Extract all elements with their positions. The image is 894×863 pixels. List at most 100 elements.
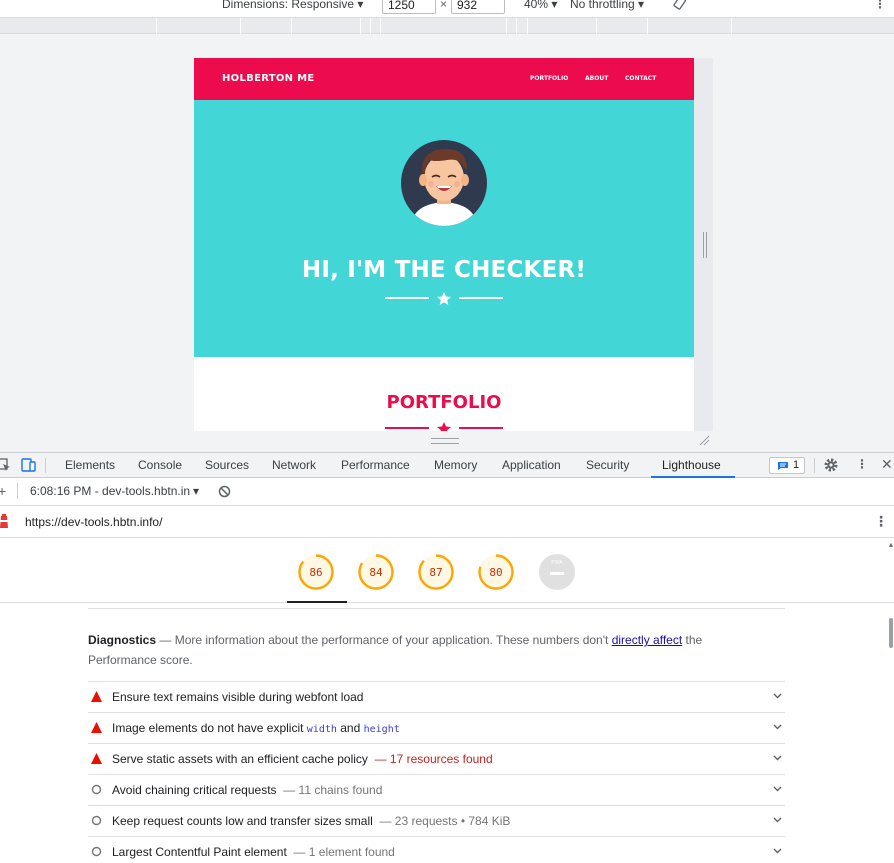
site-brand[interactable]: HOLBERTON ME [222,73,315,84]
tab-memory[interactable]: Memory [434,458,477,472]
info-circle-icon [91,784,102,795]
responsive-viewport: HOLBERTON ME PORTFOLIO ABOUT CONTACT HI,… [0,34,894,452]
new-report-icon[interactable]: + [0,483,6,499]
pwa-badge-icon [539,554,575,590]
info-circle-icon [91,846,102,857]
site-navbar: HOLBERTON ME PORTFOLIO ABOUT CONTACT [194,58,694,100]
score-gauge-best-practices[interactable]: 87 [417,553,455,591]
chevron-down-icon[interactable] [773,693,782,699]
issues-count: 1 [793,459,800,471]
device-toggle-icon[interactable] [20,457,36,473]
zoom-select[interactable]: 40% ▾ [524,0,557,11]
chevron-down-icon[interactable] [773,724,782,730]
audit-row[interactable]: Largest Contentful Paint element — 1 ele… [88,836,785,863]
audit-title-text: Keep request counts low and transfer siz… [112,814,373,828]
resize-handle-bottom[interactable] [431,438,459,444]
audit-title: Keep request counts low and transfer siz… [112,814,510,828]
score-value: 86 [309,566,323,579]
tab-application[interactable]: Application [502,458,561,472]
directly-affect-link[interactable]: directly affect [612,633,682,647]
inspect-element-icon[interactable] [0,457,12,473]
throttling-select[interactable]: No throttling ▾ [570,0,644,11]
audit-row[interactable]: Ensure text remains visible during webfo… [88,681,785,712]
diagnostics-title: Diagnostics [88,633,157,647]
selected-score-indicator [287,601,347,603]
devtools-tab-bar: Elements Console Sources Network Perform… [0,452,894,478]
clear-reports-icon[interactable] [218,485,231,498]
dimensions-select[interactable]: Dimensions: Responsive ▾ [222,0,363,11]
audit-title: Serve static assets with an efficient ca… [112,752,493,766]
fail-triangle-icon [91,753,102,764]
score-gauge-seo[interactable]: 80 [477,553,515,591]
lighthouse-logo-icon [0,514,8,528]
rotate-icon[interactable] [672,0,686,10]
audit-title: Ensure text remains visible during webfo… [112,690,364,704]
audit-title-text: Image elements do not have explicit [112,721,304,735]
audit-row[interactable]: Image elements do not have explicit widt… [88,712,785,743]
fail-triangle-icon [91,691,102,702]
lighthouse-report: 86 84 87 80 PWA Diagnostics — More infor… [0,538,894,863]
audit-title-text: Largest Contentful Paint element [112,845,287,859]
code-width: width [306,724,337,735]
issues-badge[interactable]: 1 [769,457,805,474]
audit-subtitle: — 17 resources found [374,752,493,766]
score-gauge-pwa[interactable]: PWA [538,553,576,591]
score-value: 80 [489,566,503,579]
portfolio-heading: PORTFOLIO [386,392,502,413]
audit-row[interactable]: Keep request counts low and transfer siz… [88,805,785,836]
more-options-icon[interactable]: ⋮ [874,0,886,11]
audit-title-text: Serve static assets with an efficient ca… [112,752,368,766]
audit-subtitle: — 23 requests • 784 KiB [379,814,511,828]
audit-row[interactable]: Serve static assets with an efficient ca… [88,743,785,774]
nav-link-about[interactable]: ABOUT [585,75,608,82]
report-menu-icon[interactable]: ⋮ [874,513,888,530]
hero-star-divider [385,292,503,305]
diagnostics-dash: — [159,633,172,647]
tab-performance[interactable]: Performance [341,458,410,472]
message-icon [778,462,788,470]
score-gauge-performance[interactable]: 86 [297,553,335,591]
code-height: height [363,724,400,735]
lighthouse-toolbar: + 6:08:16 PM - dev-tools.hbtn.in ▾ [0,478,894,506]
report-selector[interactable]: 6:08:16 PM - dev-tools.hbtn.in [30,484,190,498]
audit-row[interactable]: Avoid chaining critical requests — 11 ch… [88,774,785,805]
tab-console[interactable]: Console [138,458,182,472]
device-width-input[interactable]: 1250 [382,0,436,14]
tab-lighthouse[interactable]: Lighthouse [662,458,721,472]
pwa-label: PWA [551,560,563,566]
scroll-up-arrow-icon[interactable]: ▴ [889,540,893,549]
tab-network[interactable]: Network [272,458,316,472]
throttling-label: No throttling [570,0,635,11]
score-gauges: 86 84 87 80 PWA [0,538,894,603]
chevron-down-icon[interactable] [773,817,782,823]
tab-sources[interactable]: Sources [205,458,249,472]
diagnostics-text-line2: Performance score. [88,653,193,667]
section-separator [88,608,785,609]
tab-security[interactable]: Security [586,458,629,472]
close-devtools-icon[interactable]: ✕ [881,456,893,473]
resize-handle-corner[interactable] [698,434,710,446]
zoom-label: 40% [524,0,549,11]
score-value: 87 [429,566,443,579]
portfolio-star-divider [385,422,503,431]
nav-link-contact[interactable]: CONTACT [625,75,656,82]
settings-gear-icon[interactable] [823,457,839,473]
hero-title: HI, I'M THE CHECKER! [301,257,587,283]
report-scrollbar[interactable] [889,618,893,648]
audit-title-and: and [340,721,361,735]
customize-menu-icon[interactable]: ⋮ [856,457,868,471]
avatar-image [401,140,487,226]
media-query-ruler [0,18,894,34]
chevron-down-icon[interactable] [773,755,782,761]
diagnostics-description: Diagnostics — More information about the… [88,630,728,670]
resize-handle-right[interactable] [703,232,707,258]
device-height-input[interactable]: 932 [451,0,505,14]
chevron-down-icon[interactable] [773,786,782,792]
tab-elements[interactable]: Elements [65,458,115,472]
diagnostics-text-after: the [685,633,703,647]
nav-link-portfolio[interactable]: PORTFOLIO [530,75,568,82]
report-selector-arrow-icon[interactable]: ▾ [193,484,199,498]
diagnostics-text: More information about the performance o… [174,633,609,647]
chevron-down-icon[interactable] [773,848,782,854]
score-gauge-accessibility[interactable]: 84 [357,553,395,591]
